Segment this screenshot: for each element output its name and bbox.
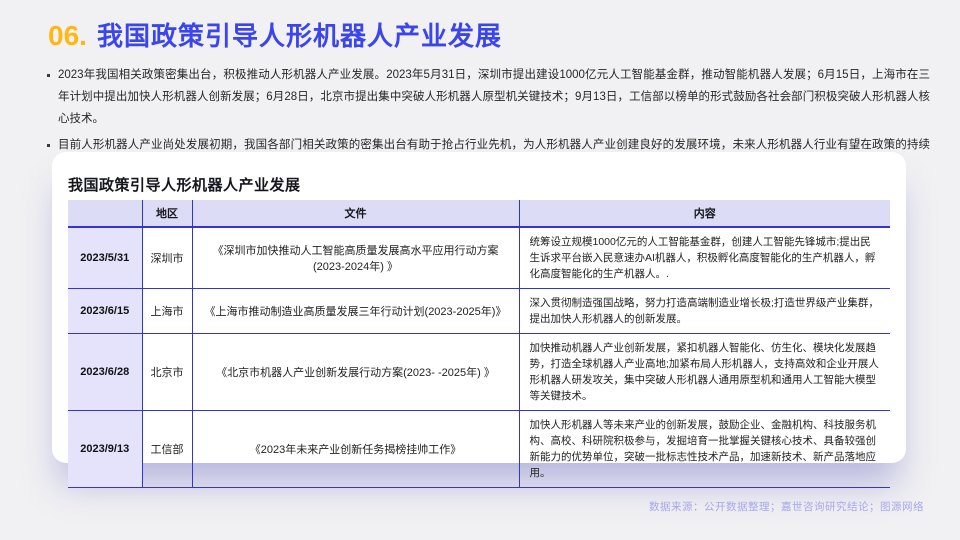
document-cell: 《2023年未来产业创新任务揭榜挂帅工作》 xyxy=(191,410,519,488)
column-header-content: 内容 xyxy=(518,200,890,228)
slide-header: 06. 我国政策引导人形机器人产业发展 xyxy=(48,16,502,53)
content-cell: 加快推动机器人产业创新发展，紧扣机器人智能化、仿生化、模块化发展趋势，打造全球机… xyxy=(518,333,890,411)
region-cell: 深圳市 xyxy=(141,227,192,289)
date-cell: 2023/6/28 xyxy=(68,333,142,411)
table-body: 2023/5/31 深圳市 《深圳市加快推动人工智能高质量发展高水平应用行动方案(2… xyxy=(68,227,890,488)
column-header-document: 文件 xyxy=(191,200,519,228)
card-title: 我国政策引导人形机器人产业发展 xyxy=(68,177,301,194)
policy-card: 我国政策引导人形机器人产业发展 地区 文件 内容 2023/5/31 深圳市 《深圳… xyxy=(52,152,906,488)
table-row: 2023/9/13 工信部 《2023年未来产业创新任务揭榜挂帅工作》 加快人形机器人… xyxy=(68,410,890,488)
date-cell: 2023/5/31 xyxy=(68,227,142,289)
content-cell: 加快人形机器人等未来产业的创新发展，鼓励企业、金融机构、科技服务机构、高校、科研… xyxy=(518,410,890,488)
content-cell: 深入贯彻制造强国战略，努力打造高端制造业增长极;打造世界级产业集群，提出加快人形… xyxy=(518,288,890,334)
document-cell: 《深圳市加快推动人工智能高质量发展高水平应用行动方案(2023-2024年) 》 xyxy=(191,227,519,289)
date-cell: 2023/9/13 xyxy=(68,410,142,488)
region-cell: 上海市 xyxy=(141,288,192,334)
document-cell: 《上海市推动制造业高质量发展三年行动计划(2023-2025年)》 xyxy=(191,288,519,334)
page-title: 我国政策引导人形机器人产业发展 xyxy=(96,21,502,51)
date-cell: 2023/6/15 xyxy=(68,288,142,334)
table-row: 2023/5/31 深圳市 《深圳市加快推动人工智能高质量发展高水平应用行动方案(2… xyxy=(68,227,890,289)
slide-number: 06. xyxy=(48,20,87,51)
policy-table: 地区 文件 内容 2023/5/31 深圳市 《深圳市加快推动人工智能高质量发展高水… xyxy=(68,200,890,488)
column-header-region: 地区 xyxy=(141,200,192,228)
column-header-date xyxy=(68,200,142,228)
summary-bullet: 2023年我国相关政策密集出台，积极推动人形机器人产业发展。2023年5月31日… xyxy=(44,64,930,130)
document-cell: 《北京市机器人产业创新发展行动方案(2023- -2025年) 》 xyxy=(191,333,519,411)
region-cell: 北京市 xyxy=(141,333,192,411)
table-row: 2023/6/28 北京市 《北京市机器人产业创新发展行动方案(2023- -202… xyxy=(68,333,890,411)
content-cell: 统筹设立规模1000亿元的人工智能基金群，创建人工智能先锋城市;提出民生诉求平台… xyxy=(518,227,890,289)
table-header-row: 地区 文件 内容 xyxy=(68,200,890,228)
region-cell: 工信部 xyxy=(141,410,192,488)
table-row: 2023/6/15 上海市 《上海市推动制造业高质量发展三年行动计划(2023-20… xyxy=(68,288,890,334)
data-source-note: 数据来源：公开数据整理；嘉世咨询研究结论；图源网络 xyxy=(649,501,924,513)
